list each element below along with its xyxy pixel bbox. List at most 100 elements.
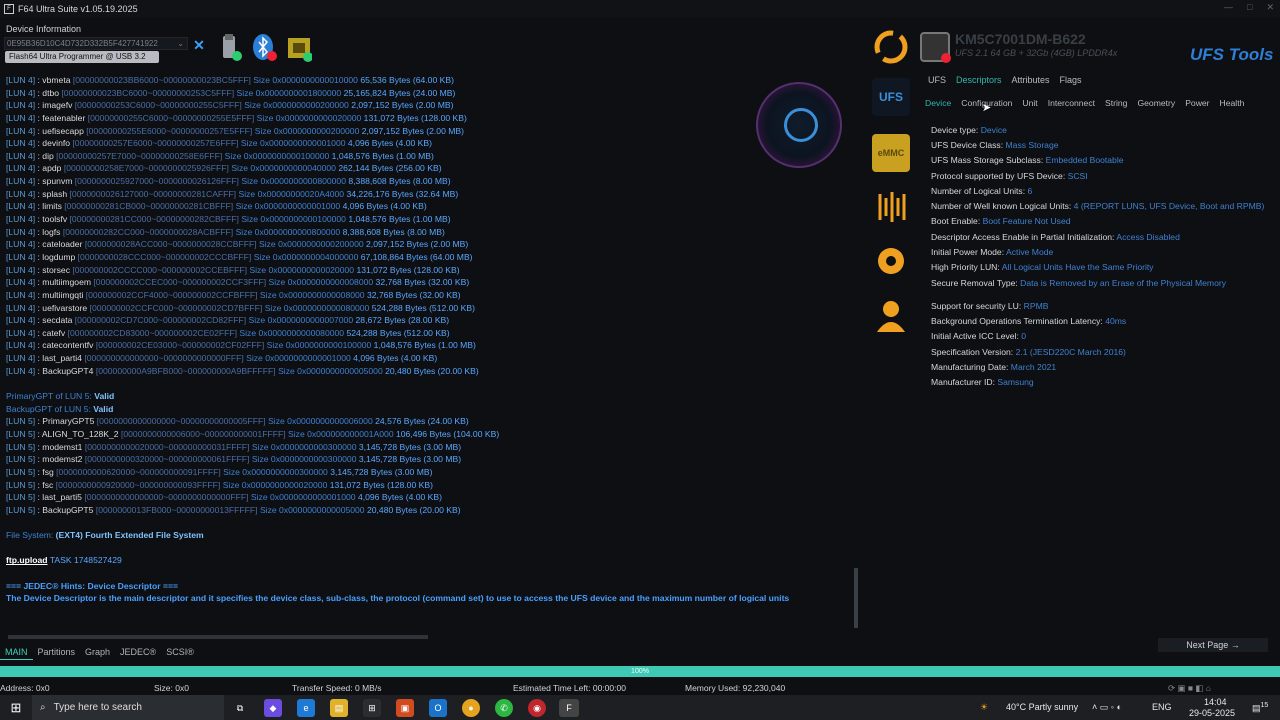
next-page-button[interactable]: Next Page → xyxy=(1158,638,1268,652)
property-value: RPMB xyxy=(1023,301,1049,311)
file-explorer-icon[interactable]: ▤ xyxy=(330,699,348,717)
log-line: [LUN 5] : PrimaryGPT5 [0000000000000000~… xyxy=(6,415,852,428)
log-vertical-scrollbar[interactable] xyxy=(852,74,860,634)
log-segment: Size 0x0000000000200000 xyxy=(254,125,362,136)
log-segment: [LUN 4] xyxy=(6,264,36,275)
store-icon[interactable]: ⊞ xyxy=(363,699,381,717)
disconnect-icon[interactable]: ✕ xyxy=(190,36,208,54)
status-tool-icons: ⟳ ▣ ■ ◧ ⌂ xyxy=(1168,683,1211,693)
log-segment: 3,145,728 Bytes (3.00 MB) xyxy=(330,466,433,477)
tab-main[interactable]: MAIN xyxy=(0,646,33,660)
tab-power[interactable]: Power xyxy=(1180,97,1214,109)
log-segment[interactable]: ftp.upload xyxy=(6,555,48,565)
log-segment: : spunvm xyxy=(35,176,75,187)
log-segment: : multiimgoem xyxy=(35,277,94,288)
log-line: [LUN 4] : limits [00000000281CB000~00000… xyxy=(6,200,852,213)
support-icon[interactable] xyxy=(872,296,910,334)
property-label: Manufacturer ID: xyxy=(931,377,998,387)
property-label: Protocol supported by UFS Device: xyxy=(931,171,1068,181)
log-horizontal-scrollbar[interactable] xyxy=(0,634,852,640)
tab-scsi[interactable]: SCSI® xyxy=(161,646,199,660)
log-segment: Size 0x0000000000800000 xyxy=(235,226,343,237)
property-row: Number of Logical Units: 6 xyxy=(931,186,1032,196)
log-segment: [LUN 5] xyxy=(6,454,36,465)
tab-jedec[interactable]: JEDEC® xyxy=(115,646,161,660)
log-segment: [LUN 4] xyxy=(6,87,36,98)
log-segment: Valid xyxy=(93,403,114,414)
log-segment: : logdump xyxy=(35,251,78,262)
log-segment: 8,388,608 Bytes (8.00 MB) xyxy=(348,176,451,187)
log-segment: Size 0x0000000000008000 xyxy=(259,289,367,300)
refresh-icon[interactable] xyxy=(872,28,910,66)
clock-date[interactable]: 29-05-2025 xyxy=(1189,708,1235,718)
task-view-icon[interactable]: ⧉ xyxy=(231,699,249,717)
log-segment: The Device Descriptor is the main descri… xyxy=(6,593,790,604)
property-row: Device type: Device xyxy=(931,125,1007,135)
tab-health[interactable]: Health xyxy=(1215,97,1250,109)
emmc-icon[interactable]: eMMC xyxy=(872,134,910,172)
app-icon-red[interactable]: ▣ xyxy=(396,699,414,717)
jtag-icon[interactable] xyxy=(872,188,910,226)
chevron-down-icon: ⌄ xyxy=(177,39,184,48)
copilot-icon[interactable]: ◆ xyxy=(264,699,282,717)
property-row: High Priority LUN: All Logical Units Hav… xyxy=(931,262,1154,272)
log-line: [LUN 5] : modemst2 [0000000000320000~000… xyxy=(6,453,852,466)
log-segment: 106,496 Bytes (104.00 KB) xyxy=(396,428,500,439)
maximize-button[interactable]: □ xyxy=(1247,2,1252,13)
language-indicator[interactable]: ENG xyxy=(1152,702,1172,712)
log-segment: 131,072 Bytes (128.00 KB) xyxy=(363,112,467,123)
log-line: [LUN 4] : spunvm [0000000025927000~00000… xyxy=(6,175,852,188)
log-segment: : catefv xyxy=(35,327,68,338)
tab-ufs[interactable]: UFS xyxy=(923,74,951,86)
tab-descriptors[interactable]: Descriptors xyxy=(951,74,1007,86)
serial-select[interactable]: 0E95B36D10C4D732D332B5F427741922 ⌄ xyxy=(4,37,188,50)
property-value: Device xyxy=(980,125,1007,135)
log-segment: : toolsfv xyxy=(35,214,70,225)
tab-device[interactable]: Device xyxy=(920,97,956,109)
log-segment: 24,576 Bytes (24.00 KB) xyxy=(375,416,469,427)
outlook-icon[interactable]: O xyxy=(429,699,447,717)
app-icon-circle[interactable]: ◉ xyxy=(528,699,546,717)
tab-flags[interactable]: Flags xyxy=(1055,74,1087,86)
settings-icon[interactable] xyxy=(872,242,910,280)
tab-partitions[interactable]: Partitions xyxy=(33,646,81,660)
log-line: [LUN 4] : apdp [00000000258E7000~0000000… xyxy=(6,162,852,175)
log-segment: [00000000255E6000~00000000257E5FFF] xyxy=(86,125,255,136)
edge-icon[interactable]: e xyxy=(297,699,315,717)
chrome-icon[interactable]: ● xyxy=(462,699,480,717)
log-segment: 262,144 Bytes (256.00 KB) xyxy=(338,163,442,174)
minimize-button[interactable]: — xyxy=(1224,2,1233,13)
search-icon: ⌕ xyxy=(40,702,46,713)
tab-interconnect[interactable]: Interconnect xyxy=(1043,97,1100,109)
tray-icons[interactable]: ˄ ▭ ◦ ◐ xyxy=(1092,702,1122,713)
log-segment: Size 0x0000000000080000 xyxy=(264,302,372,313)
log-line: [LUN 4] : featenabler [00000000255C6000~… xyxy=(6,112,852,125)
property-value: All Logical Units Have the Same Priority xyxy=(1001,262,1154,272)
log-segment: [000000002CCFC000~000000002CD7BFFF] xyxy=(89,302,265,313)
property-row: Number of Well known Logical Units: 4 (R… xyxy=(931,201,1264,211)
taskbar-search[interactable]: ⌕ Type here to search xyxy=(32,695,224,720)
log-segment: [LUN 5] xyxy=(6,466,36,477)
log-segment: Size 0x0000000000001000 xyxy=(250,492,358,503)
status-speed: Transfer Speed: 0 MB/s xyxy=(292,683,382,693)
f64-app-icon[interactable]: F xyxy=(559,699,579,717)
notification-icon[interactable]: ▤15 xyxy=(1252,702,1268,714)
log-output[interactable]: [LUN 4] : vbmeta [00000000023BB6000~0000… xyxy=(0,74,852,634)
windows-start-icon[interactable]: ⊞ xyxy=(0,695,32,720)
clock-time[interactable]: 14:04 xyxy=(1204,697,1227,707)
log-segment: [LUN 4] xyxy=(6,327,36,338)
log-segment: 34,226,176 Bytes (32.64 MB) xyxy=(346,188,459,199)
log-segment: 4,096 Bytes (4.00 KB) xyxy=(347,138,432,149)
ufs-icon[interactable]: UFS xyxy=(872,78,910,116)
tab-string[interactable]: String xyxy=(1100,97,1132,109)
log-segment: [LUN 4] xyxy=(6,188,36,199)
tab-geometry[interactable]: Geometry xyxy=(1132,97,1180,109)
tab-attributes[interactable]: Attributes xyxy=(1007,74,1055,86)
close-button[interactable]: ✕ xyxy=(1266,2,1274,13)
tab-unit[interactable]: Unit xyxy=(1017,97,1042,109)
log-segment: : cateloader xyxy=(35,239,85,250)
whatsapp-icon[interactable]: ✆ xyxy=(495,699,513,717)
log-line: [LUN 4] : multiimgoem [000000002CCEC000~… xyxy=(6,276,852,289)
tab-graph[interactable]: Graph xyxy=(80,646,115,660)
